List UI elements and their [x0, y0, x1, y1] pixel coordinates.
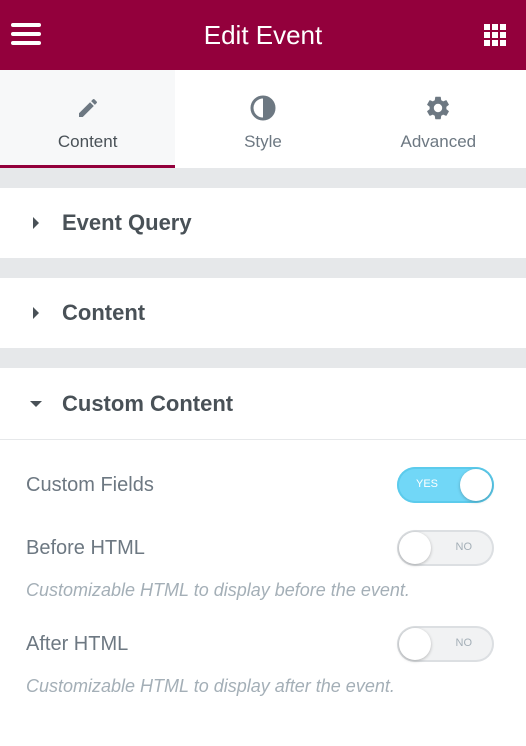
- tab-advanced[interactable]: Advanced: [351, 70, 526, 168]
- before-html-control: Before HTML NO: [0, 530, 526, 566]
- gear-icon: [424, 94, 452, 122]
- half-circle-icon: [249, 94, 277, 122]
- caret-right-icon: [30, 217, 42, 229]
- section-event-query-label: Event Query: [62, 210, 192, 235]
- switch-knob: [399, 628, 431, 660]
- pencil-icon: [74, 94, 102, 122]
- section-content-label: Content: [62, 300, 146, 325]
- section-divider: [0, 348, 526, 368]
- page-title: Edit Event: [203, 19, 323, 50]
- before-html-switch[interactable]: NO: [397, 530, 494, 566]
- after-html-control: After HTML NO: [0, 626, 526, 662]
- section-custom-content-label: Custom Content: [62, 390, 234, 416]
- custom-fields-switch[interactable]: YES: [397, 467, 494, 503]
- switch-state-text: NO: [455, 637, 473, 649]
- custom-fields-control: Custom Fields YES: [0, 467, 526, 503]
- panel-tabs: Content Style Advanced: [0, 70, 526, 168]
- editor-header: Edit Event: [0, 0, 526, 70]
- section-content: Content: [0, 278, 526, 348]
- section-content-toggle[interactable]: Content: [0, 278, 526, 348]
- tab-content[interactable]: Content: [0, 70, 176, 168]
- section-event-query: Event Query: [0, 188, 526, 258]
- after-html-switch[interactable]: NO: [397, 626, 494, 662]
- switch-knob: [460, 469, 492, 501]
- section-divider: [0, 258, 526, 278]
- after-html-label: After HTML: [26, 632, 129, 655]
- section-divider: [0, 168, 526, 188]
- caret-right-icon: [30, 307, 42, 319]
- switch-state-text: NO: [455, 541, 473, 553]
- before-html-description: Customizable HTML to display before the …: [26, 580, 410, 600]
- tab-style-label: Style: [244, 132, 282, 151]
- tab-advanced-label: Advanced: [400, 132, 477, 151]
- section-custom-content: Custom Content Custom Fields YES Before …: [0, 368, 526, 746]
- after-html-description: Customizable HTML to display after the e…: [26, 676, 395, 696]
- before-html-label: Before HTML: [26, 536, 145, 559]
- section-custom-content-toggle[interactable]: Custom Content: [0, 368, 526, 440]
- hamburger-icon[interactable]: [11, 23, 41, 47]
- switch-knob: [399, 532, 431, 564]
- custom-fields-label: Custom Fields: [26, 473, 154, 496]
- tab-content-label: Content: [57, 132, 118, 151]
- grid-icon[interactable]: [484, 24, 506, 46]
- tab-style[interactable]: Style: [175, 70, 350, 168]
- switch-state-text: YES: [416, 478, 439, 490]
- caret-down-icon: [30, 398, 42, 410]
- section-event-query-toggle[interactable]: Event Query: [0, 188, 526, 258]
